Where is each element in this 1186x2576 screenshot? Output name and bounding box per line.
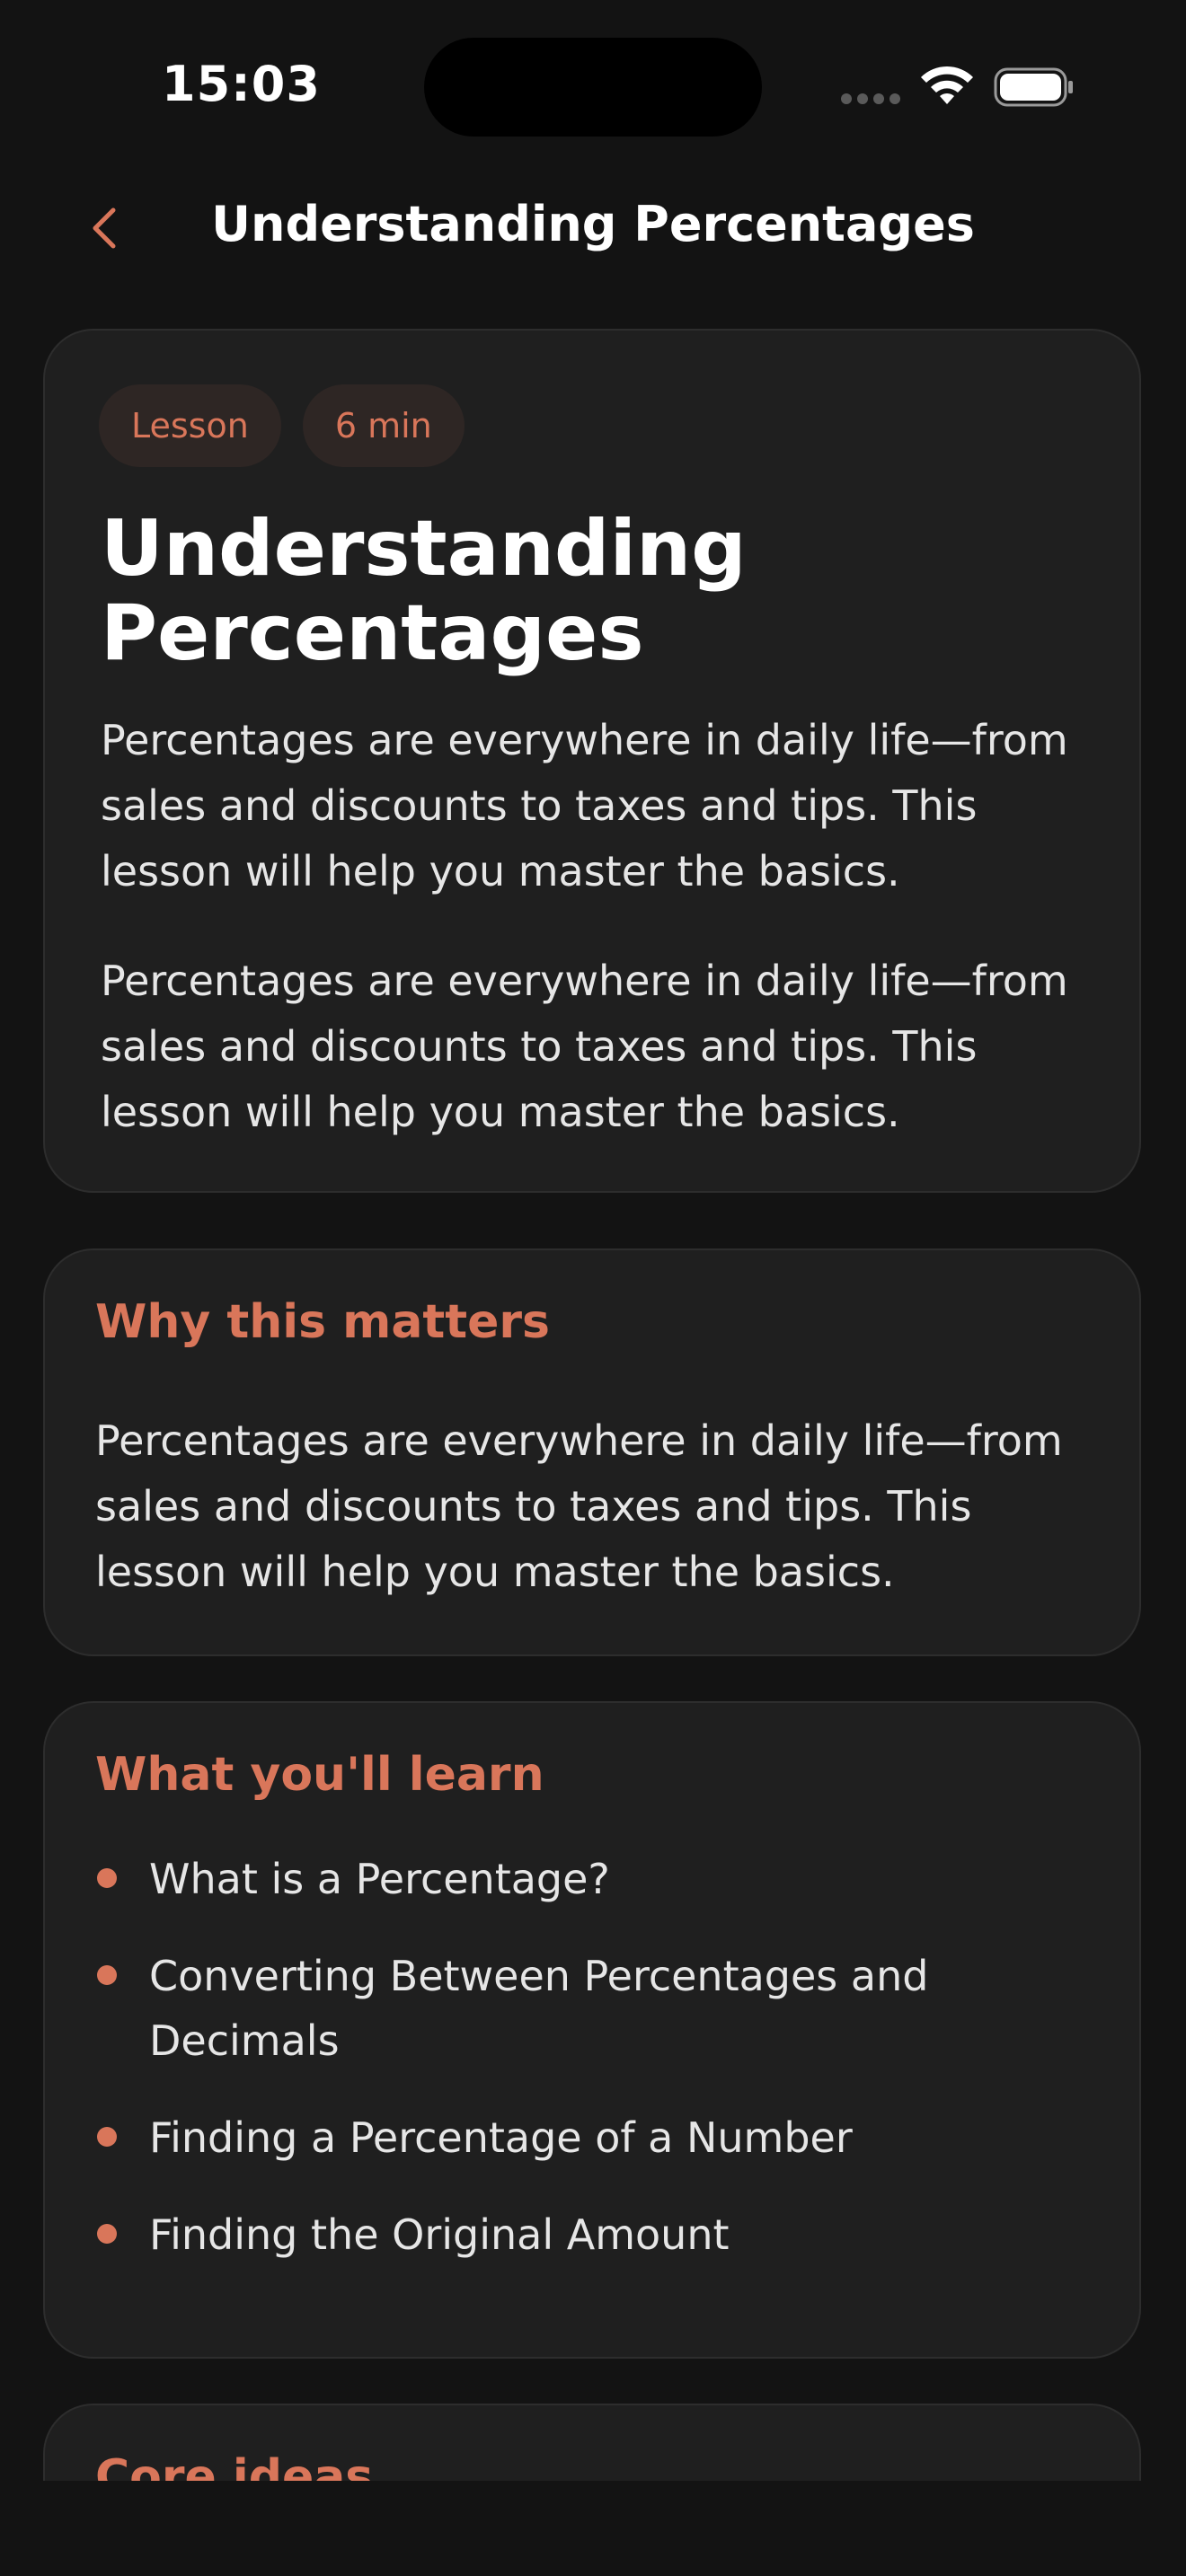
nav-title: Understanding Percentages [211, 196, 975, 252]
badge-row: Lesson 6 min [99, 384, 465, 467]
bullet-icon [97, 2224, 117, 2244]
lesson-title: Understanding Percentages [101, 504, 747, 678]
lesson-intro-paragraph: Percentages are everywhere in daily life… [101, 716, 1068, 895]
bullet-icon [97, 1868, 117, 1888]
why-matters-card: Why this matters Percentages are everywh… [43, 1248, 1141, 1656]
bottom-safe-area [0, 2481, 1186, 2576]
learning-objectives-card: What you'll learn What is a Percentage? … [43, 1701, 1141, 2359]
lesson-screen: 15:03 Understanding Percentages Lesson 6… [0, 0, 1186, 2576]
bullet-icon [97, 1965, 117, 1985]
core-ideas-card: Core ideas [43, 2404, 1141, 2481]
lesson-intro-paragraph: Percentages are everywhere in daily life… [101, 957, 1068, 1136]
section-title: What you'll learn [95, 1748, 544, 1802]
battery-icon [994, 67, 1073, 107]
objectives-list: What is a Percentage? Converting Between… [95, 1847, 1084, 2299]
list-item: Finding the Original Amount [95, 2202, 1084, 2267]
section-title: Core ideas [95, 2450, 374, 2481]
why-matters-text: Percentages are everywhere in daily life… [95, 1416, 1063, 1596]
duration-badge: 6 min [302, 384, 465, 467]
cellular-signal-icon [841, 93, 900, 104]
list-item: What is a Percentage? [95, 1847, 1084, 1911]
lesson-type-badge: Lesson [99, 384, 281, 467]
list-item: Finding a Percentage of a Number [95, 2105, 1084, 2170]
bullet-icon [97, 2127, 117, 2147]
list-item: Converting Between Percentages and Decim… [95, 1944, 1084, 2073]
lesson-hero-card: Lesson 6 min Understanding Percentages P… [43, 329, 1141, 1193]
section-title: Why this matters [95, 1295, 550, 1349]
dynamic-island [424, 38, 762, 137]
content-scroll[interactable]: Lesson 6 min Understanding Percentages P… [0, 314, 1186, 2481]
wifi-icon [921, 66, 973, 104]
status-time: 15:03 [162, 56, 321, 112]
